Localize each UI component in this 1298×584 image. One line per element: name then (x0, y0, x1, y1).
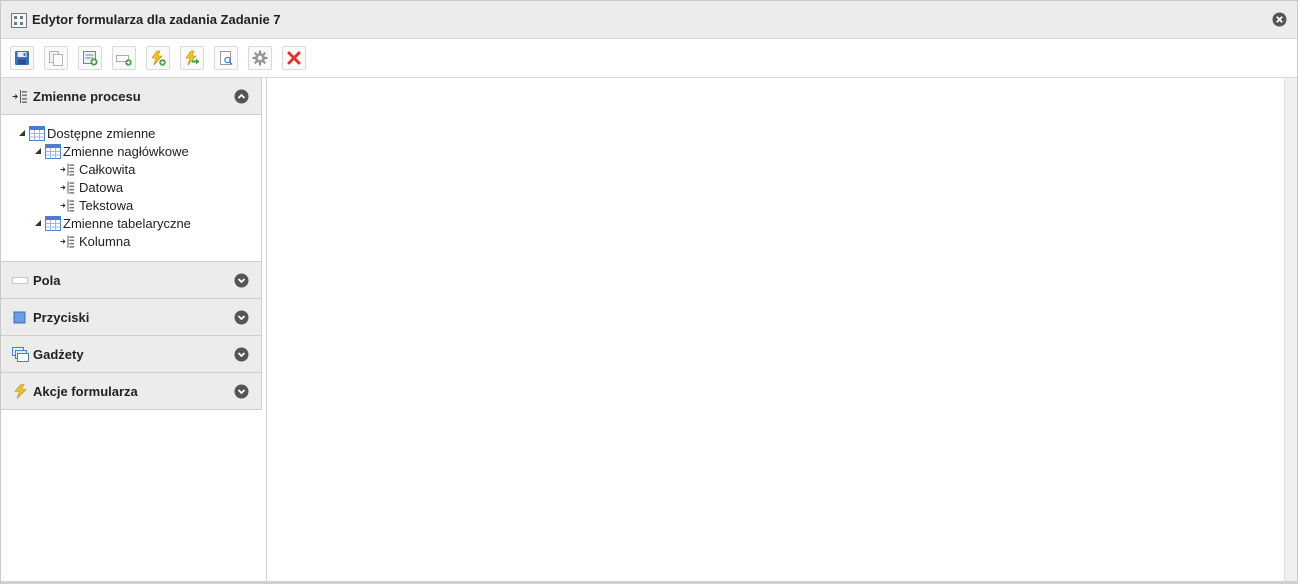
preview-button[interactable] (214, 46, 238, 70)
variable-icon (60, 181, 75, 194)
window-title: Edytor formularza dla zadania Zadanie 7 (32, 12, 281, 27)
section-label: Akcje formularza (33, 384, 138, 399)
settings-button[interactable] (248, 46, 272, 70)
action-arrow-button[interactable] (180, 46, 204, 70)
tree-node-label[interactable]: Dostępne zmienne (47, 126, 155, 141)
close-icon[interactable] (1272, 12, 1287, 27)
expanded-triangle-icon[interactable] (34, 147, 42, 155)
table-icon (45, 216, 61, 231)
button-square-icon (13, 311, 26, 324)
section-label: Przyciski (33, 310, 90, 325)
save-button[interactable] (10, 46, 34, 70)
form-editor-window: Edytor formularza dla zadania Zadanie 7 (0, 0, 1298, 584)
table-icon (29, 126, 45, 141)
copy-pages-icon (49, 51, 63, 66)
variable-icon (60, 163, 75, 176)
section-header-fields[interactable]: Pola (1, 262, 261, 299)
delete-button[interactable] (282, 46, 306, 70)
sidebar-accordion: Zmienne procesu Dostępne zmienne Zmienne… (1, 78, 262, 410)
chevron-down-icon[interactable] (234, 384, 249, 399)
tree-node-label[interactable]: Datowa (79, 180, 123, 195)
section-label: Gadżety (33, 347, 84, 362)
process-variables-icon (12, 90, 27, 103)
add-action-icon (151, 50, 166, 66)
section-header-process-variables[interactable]: Zmienne procesu (1, 78, 261, 115)
add-field-button[interactable] (112, 46, 136, 70)
chevron-up-icon[interactable] (234, 89, 249, 104)
tree-node-label[interactable]: Tekstowa (79, 198, 133, 213)
field-icon (12, 277, 28, 284)
title-bar: Edytor formularza dla zadania Zadanie 7 (1, 1, 1297, 39)
section-header-buttons[interactable]: Przyciski (1, 299, 261, 336)
add-action-button[interactable] (146, 46, 170, 70)
chevron-down-icon[interactable] (234, 347, 249, 362)
gear-icon (252, 50, 268, 66)
vertical-scrollbar[interactable] (1284, 78, 1297, 583)
expanded-triangle-icon[interactable] (18, 129, 26, 137)
table-icon (45, 144, 61, 159)
floppy-disk-icon (15, 51, 29, 65)
lightning-icon (14, 384, 27, 399)
form-editor-icon (11, 13, 27, 28)
tree-node-label[interactable]: Całkowita (79, 162, 135, 177)
tree-node-label[interactable]: Zmienne tabelaryczne (63, 216, 191, 231)
section-header-widgets[interactable]: Gadżety (1, 336, 261, 373)
expanded-triangle-icon[interactable] (34, 219, 42, 227)
toolbar (1, 40, 1297, 78)
add-form-button[interactable] (78, 46, 102, 70)
section-label: Pola (33, 273, 61, 288)
widgets-icon (12, 347, 29, 362)
variable-icon (60, 235, 75, 248)
tree-node-label[interactable]: Kolumna (79, 234, 130, 249)
preview-icon (220, 51, 233, 66)
section-header-form-actions[interactable]: Akcje formularza (1, 373, 261, 410)
variable-icon (60, 199, 75, 212)
add-field-icon (116, 55, 132, 66)
delete-x-icon (287, 51, 301, 65)
copy-button[interactable] (44, 46, 68, 70)
section-label: Zmienne procesu (33, 89, 141, 104)
chevron-down-icon[interactable] (234, 310, 249, 325)
tree-node-label[interactable]: Zmienne nagłówkowe (63, 144, 189, 159)
chevron-down-icon[interactable] (234, 273, 249, 288)
process-variables-tree: Dostępne zmienne Zmienne nagłówkowe Całk… (1, 115, 261, 262)
form-canvas[interactable] (268, 78, 1283, 583)
left-panel: Zmienne procesu Dostępne zmienne Zmienne… (1, 78, 267, 583)
add-form-icon (83, 51, 98, 66)
action-arrow-icon (185, 50, 200, 66)
